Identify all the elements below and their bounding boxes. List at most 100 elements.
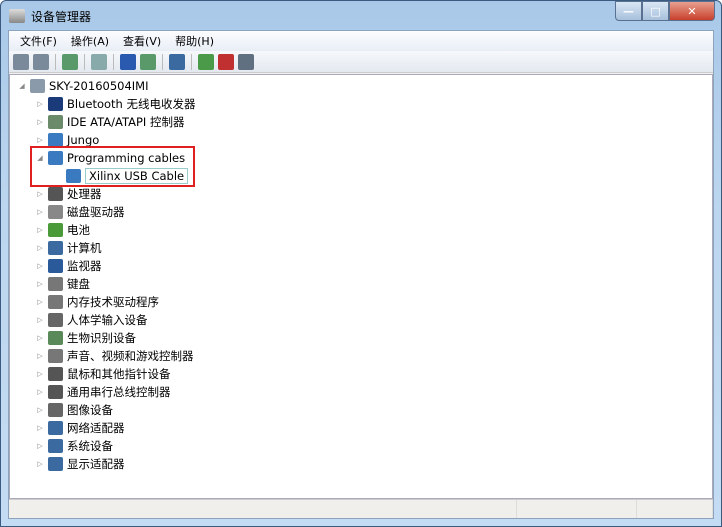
hid-icon: [48, 313, 63, 327]
expand-arrow-icon[interactable]: ▷: [36, 118, 44, 126]
toolbar-separator: [55, 53, 56, 70]
menu-item[interactable]: 帮助(H): [168, 33, 221, 49]
biometric-icon: [48, 331, 63, 345]
expand-arrow-icon[interactable]: ▷: [36, 388, 44, 396]
expand-arrow-icon[interactable]: ▷: [36, 424, 44, 432]
tree-item[interactable]: ▷ 监视器: [36, 257, 102, 275]
keyboard-icon: [48, 277, 63, 291]
bluetooth-icon: [48, 97, 63, 111]
toolbar-separator: [84, 53, 85, 70]
expand-arrow-icon[interactable]: ▷: [36, 316, 44, 324]
tree-item[interactable]: ▷ 显示适配器: [36, 455, 125, 473]
tree-item[interactable]: ▷ 图像设备: [36, 401, 113, 419]
expand-arrow-icon[interactable]: ▷: [36, 100, 44, 108]
expand-arrow-icon[interactable]: ▷: [36, 406, 44, 414]
tree-item-label: 计算机: [67, 241, 102, 255]
uninstall-icon[interactable]: [218, 53, 234, 70]
show-hide-tree-icon[interactable]: [62, 53, 78, 70]
tree-item-label: Jungo: [67, 133, 100, 147]
expand-arrow-icon[interactable]: ▷: [36, 460, 44, 468]
tree-item[interactable]: ▷ 声音、视频和游戏控制器: [36, 347, 194, 365]
expand-arrow-icon[interactable]: ▷: [36, 280, 44, 288]
tree-item-label: 鼠标和其他指针设备: [67, 367, 171, 381]
menu-item[interactable]: 文件(F): [13, 33, 64, 49]
computer-icon: [48, 241, 63, 255]
tree-item[interactable]: ▷ 人体学输入设备: [36, 311, 148, 329]
tree-item[interactable]: ▷ 键盘: [36, 275, 90, 293]
tree-item[interactable]: ▷ 生物识别设备: [36, 329, 136, 347]
system-device-icon: [48, 439, 63, 453]
tree-item-label: 系统设备: [67, 439, 113, 453]
tree-item-label: 内存技术驱动程序: [67, 295, 159, 309]
monitor-icon: [48, 259, 63, 273]
display-adapter-icon: [48, 457, 63, 471]
forward-icon[interactable]: [33, 53, 49, 70]
tree-item[interactable]: ▷ 处理器: [36, 185, 102, 203]
properties-icon[interactable]: [91, 53, 107, 70]
maximize-button[interactable]: □: [642, 1, 669, 21]
toolbar-separator: [191, 53, 192, 70]
expand-arrow-icon[interactable]: ▷: [36, 190, 44, 198]
network-adapter-icon: [48, 421, 63, 435]
menu-item[interactable]: 操作(A): [64, 33, 116, 49]
collapse-arrow-icon[interactable]: ◢: [18, 82, 26, 90]
expand-arrow-icon[interactable]: ▷: [36, 244, 44, 252]
minimize-button[interactable]: —: [615, 1, 642, 21]
tree-item[interactable]: ▷ Bluetooth 无线电收发器: [36, 95, 195, 113]
scan-hardware-icon[interactable]: [169, 53, 185, 70]
window-title: 设备管理器: [31, 9, 92, 24]
tree-item[interactable]: ▷ 计算机: [36, 239, 102, 257]
network-icon: [48, 133, 63, 147]
help-icon[interactable]: [120, 53, 136, 70]
close-button[interactable]: ✕: [669, 1, 715, 21]
expand-arrow-icon[interactable]: ▷: [36, 136, 44, 144]
disable-icon[interactable]: [238, 53, 254, 70]
tree-item[interactable]: ▷ 磁盘驱动器: [36, 203, 125, 221]
device-tree: ◢ SKY-20160504IMI ▷ Bluetooth 无线电收发器 ▷ IDE AT…: [9, 74, 713, 499]
tree-item-label: 监视器: [67, 259, 102, 273]
tree-item-label: 生物识别设备: [67, 331, 136, 345]
expand-arrow-icon[interactable]: ▷: [36, 334, 44, 342]
usb-icon: [48, 385, 63, 399]
expand-arrow-icon[interactable]: ▷: [36, 262, 44, 270]
update-driver-icon[interactable]: [198, 53, 214, 70]
tree-item-label: 网络适配器: [67, 421, 125, 435]
tree-item[interactable]: ▷ 网络适配器: [36, 419, 125, 437]
expand-arrow-icon[interactable]: ▷: [36, 226, 44, 234]
tree-root[interactable]: ◢ SKY-20160504IMI: [18, 77, 148, 95]
battery-icon: [48, 223, 63, 237]
menu-item[interactable]: 查看(V): [116, 33, 168, 49]
tree-item-label: SKY-20160504IMI: [49, 79, 149, 93]
tree-item[interactable]: ▷ 系统设备: [36, 437, 113, 455]
tree-item[interactable]: ▷ 通用串行总线控制器: [36, 383, 171, 401]
action-icon[interactable]: [140, 53, 156, 70]
expand-arrow-icon[interactable]: ▷: [36, 352, 44, 360]
computer-icon: [30, 79, 45, 93]
tree-item-label: 电池: [67, 223, 90, 237]
tree-item[interactable]: ▷ 鼠标和其他指针设备: [36, 365, 171, 383]
tree-item-label: 磁盘驱动器: [67, 205, 125, 219]
back-icon[interactable]: [13, 53, 29, 70]
camera-icon: [48, 403, 63, 417]
title-bar: 设备管理器: [9, 7, 91, 25]
expand-arrow-icon[interactable]: ▷: [36, 208, 44, 216]
toolbar: [9, 51, 713, 73]
expand-arrow-icon[interactable]: ▷: [36, 298, 44, 306]
device-manager-icon: [9, 9, 25, 23]
tree-item[interactable]: ▷ 内存技术驱动程序: [36, 293, 159, 311]
tree-item-label: 处理器: [67, 187, 102, 201]
tree-item-label: Bluetooth 无线电收发器: [67, 97, 196, 111]
tree-item-label: IDE ATA/ATAPI 控制器: [67, 115, 185, 129]
tree-item-label: 图像设备: [67, 403, 113, 417]
tree-item[interactable]: ▷ 电池: [36, 221, 90, 239]
memory-icon: [48, 295, 63, 309]
expand-arrow-icon[interactable]: ▷: [36, 442, 44, 450]
mouse-icon: [48, 367, 63, 381]
menu-bar: 文件(F) 操作(A) 查看(V) 帮助(H): [9, 31, 713, 51]
processor-icon: [48, 187, 63, 201]
tree-item-label: 人体学输入设备: [67, 313, 148, 327]
toolbar-separator: [162, 53, 163, 70]
tree-item[interactable]: ▷ IDE ATA/ATAPI 控制器: [36, 113, 184, 131]
status-bar: [9, 499, 713, 518]
expand-arrow-icon[interactable]: ▷: [36, 370, 44, 378]
